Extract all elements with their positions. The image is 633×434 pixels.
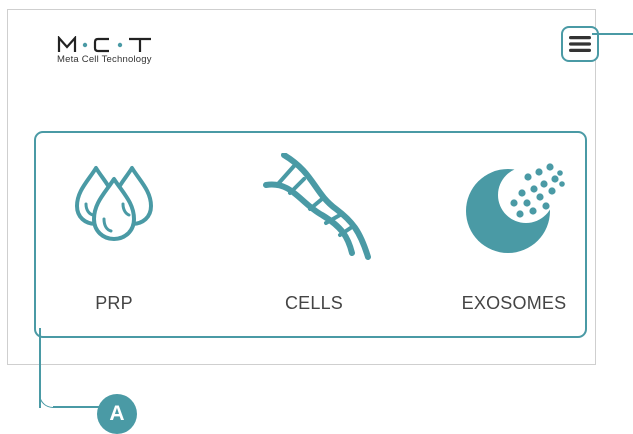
exosome-icon bbox=[466, 163, 565, 253]
hamburger-menu-icon bbox=[569, 36, 591, 52]
category-label-exosomes: EXOSOMES bbox=[461, 293, 567, 313]
drops-icon bbox=[75, 166, 153, 241]
callout-badge-a: A bbox=[97, 394, 137, 434]
brand-tagline: Meta Cell Technology bbox=[57, 54, 152, 65]
callout-line-horizontal bbox=[53, 406, 100, 408]
category-label-cells: CELLS bbox=[284, 293, 344, 313]
category-label-prp: PRP bbox=[95, 293, 133, 313]
category-tile-cells[interactable]: CELLS bbox=[244, 133, 384, 333]
category-tile-exosomes[interactable]: EXOSOMES bbox=[444, 133, 584, 333]
category-panel: PRP CELLS EXOSOMES bbox=[34, 131, 587, 338]
menu-callout-line bbox=[592, 33, 633, 35]
brand-logo[interactable]: Meta Cell Technology bbox=[57, 36, 177, 65]
app-screen: Meta Cell Technology PRP CELLS EXOSOMES bbox=[7, 9, 599, 365]
category-tile-prp[interactable]: PRP bbox=[44, 133, 184, 333]
menu-button[interactable] bbox=[561, 26, 599, 62]
mct-logo-mark bbox=[57, 36, 151, 53]
dna-icon bbox=[263, 153, 371, 260]
